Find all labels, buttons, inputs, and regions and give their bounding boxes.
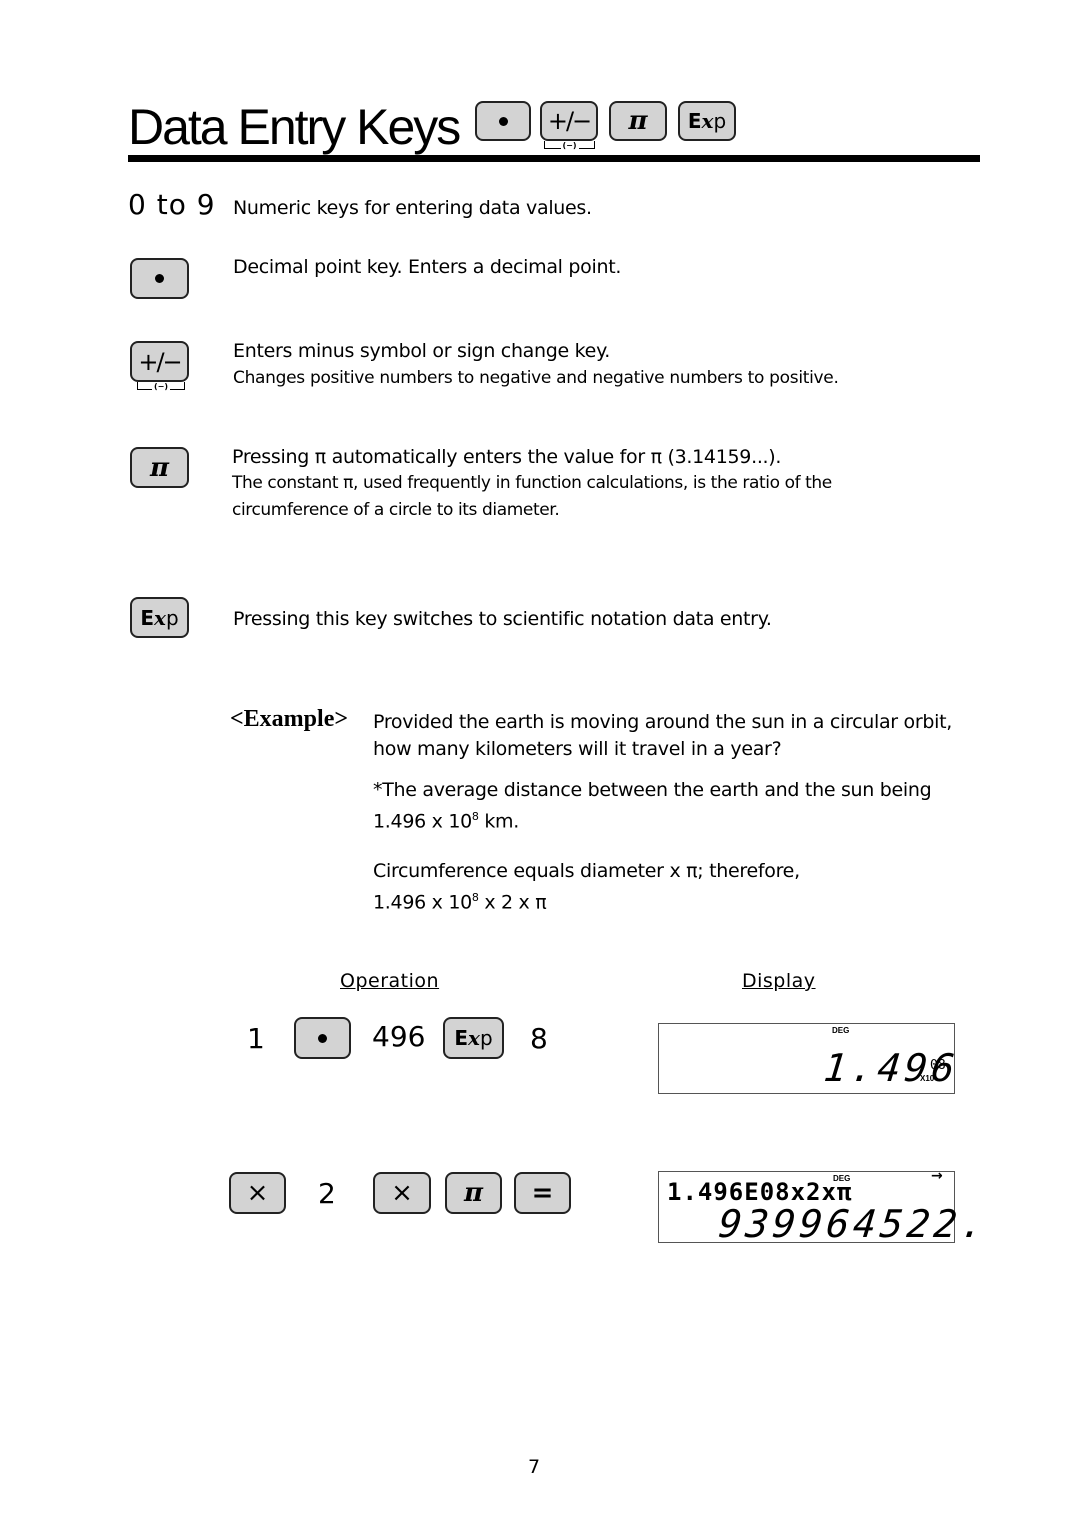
- display-result: 939964522.: [716, 1202, 991, 1246]
- negative-label: (−): [560, 141, 579, 150]
- dot-icon: [318, 1033, 327, 1043]
- exp-key: Exp: [443, 1017, 504, 1059]
- sign-change-label: +/−: [547, 107, 592, 135]
- sign-change-key: +/−: [540, 101, 598, 141]
- formula-line-2: 1.496 x 108 x 2 x π: [373, 891, 547, 914]
- equals-key: =: [514, 1172, 571, 1214]
- operation-number-1: 1: [247, 1022, 265, 1055]
- exp-label: Exp: [140, 605, 179, 630]
- operation-number-8: 8: [530, 1022, 548, 1055]
- pi-key: π: [130, 447, 189, 488]
- exp-key: Exp: [678, 101, 736, 141]
- pi-key-subtext-1: The constant π, used frequently in funct…: [232, 473, 832, 493]
- negative-bracket: (−): [544, 141, 595, 150]
- numeric-keys-description: Numeric keys for entering data values.: [233, 197, 592, 219]
- pi-key-description: Pressing π automatically enters the valu…: [232, 446, 782, 468]
- example-label: <Example>: [230, 706, 349, 732]
- exp-label: Exp: [454, 1026, 493, 1050]
- deg-indicator: DEG: [832, 1026, 850, 1035]
- example-question-1: Provided the earth is moving around the …: [373, 711, 953, 733]
- display-exponent: 08: [930, 1058, 946, 1073]
- pi-label: π: [463, 1178, 484, 1208]
- exp-key-description: Pressing this key switches to scientific…: [233, 608, 772, 630]
- example-note-2: 1.496 x 108 km.: [373, 810, 519, 833]
- sign-change-label: +/−: [138, 347, 182, 376]
- page-title: Data Entry Keys: [128, 99, 461, 155]
- dot-icon: [498, 116, 508, 126]
- lcd-display-1: DEG 1.496 08 X10: [658, 1023, 961, 1094]
- dot-icon: [155, 274, 164, 283]
- negative-label: (−): [151, 382, 171, 391]
- decimal-key-description: Decimal point key. Enters a decimal poin…: [233, 256, 622, 278]
- pi-label: π: [628, 106, 648, 136]
- formula-line-1: Circumference equals diameter x π; there…: [373, 860, 800, 882]
- operation-number-2: 2: [318, 1177, 336, 1210]
- decimal-point-key: [475, 101, 531, 141]
- negative-bracket: (−): [137, 382, 185, 391]
- operation-column-header: Operation: [340, 970, 440, 992]
- sign-key-description: Enters minus symbol or sign change key.: [233, 340, 611, 362]
- exp-key: Exp: [130, 597, 189, 638]
- pi-key: π: [445, 1172, 502, 1214]
- pi-key: π: [609, 101, 667, 141]
- x10-indicator: X10: [920, 1074, 935, 1083]
- sign-change-key: +/−: [130, 341, 189, 382]
- multiply-label: ×: [391, 1178, 413, 1208]
- sign-key-subtext: Changes positive numbers to negative and…: [233, 368, 839, 388]
- page-number: 7: [528, 1456, 541, 1478]
- pi-key-subtext-2: circumference of a circle to its diamete…: [232, 500, 560, 520]
- multiply-label: ×: [246, 1178, 269, 1208]
- multiply-key: ×: [229, 1172, 286, 1214]
- arrow-indicator: →: [931, 1168, 943, 1184]
- title-rule: [128, 155, 980, 162]
- example-note-1: *The average distance between the earth …: [373, 779, 932, 801]
- pi-label: π: [149, 452, 170, 483]
- exp-label: Exp: [687, 109, 727, 133]
- operation-number-496: 496: [372, 1020, 426, 1053]
- display-column-header: Display: [742, 970, 816, 992]
- lcd-display-2: DEG → 1.496E08x2xπ 939964522.: [658, 1168, 990, 1246]
- numeric-keys-label: 0 to 9: [128, 188, 216, 221]
- decimal-key: [130, 258, 189, 299]
- example-question-2: how many kilometers will it travel in a …: [373, 738, 782, 760]
- multiply-key: ×: [373, 1172, 431, 1214]
- decimal-key: [294, 1017, 351, 1059]
- equals-label: =: [531, 1178, 554, 1208]
